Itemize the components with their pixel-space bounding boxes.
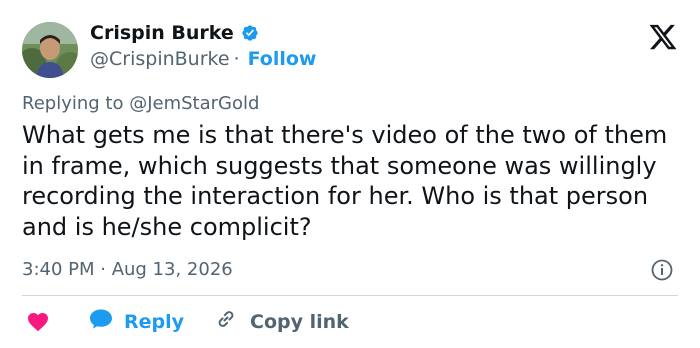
reply-button[interactable]: Reply [88,307,184,336]
avatar[interactable] [22,22,78,78]
info-icon[interactable] [650,258,674,282]
heart-icon [26,310,50,334]
action-bar: Reply Copy link [22,307,349,336]
reply-mention-link[interactable]: @JemStarGold [129,93,259,114]
divider [22,295,678,296]
tweet-timestamp[interactable]: 3:40 PM · Aug 13, 2026 [22,259,233,280]
verified-badge-icon [240,23,260,43]
x-logo-icon[interactable] [648,22,678,52]
author-name-row: Crispin Burke [90,22,260,44]
reply-prefix: Replying to [22,93,124,114]
link-icon [214,307,250,336]
author-handle-row: @CrispinBurke · Follow [90,48,317,70]
author-handle[interactable]: @CrispinBurke [90,48,230,70]
reply-bubble-icon [88,307,124,336]
tweet-text: What gets me is that there's video of th… [22,121,668,241]
author-name[interactable]: Crispin Burke [90,22,234,44]
copy-link-label: Copy link [250,310,349,333]
like-button[interactable] [22,310,50,334]
separator-dot: · [233,48,240,70]
follow-button[interactable]: Follow [248,48,317,70]
reply-context: Replying to @JemStarGold [22,93,259,114]
reply-label: Reply [124,310,185,333]
copy-link-button[interactable]: Copy link [214,307,349,336]
